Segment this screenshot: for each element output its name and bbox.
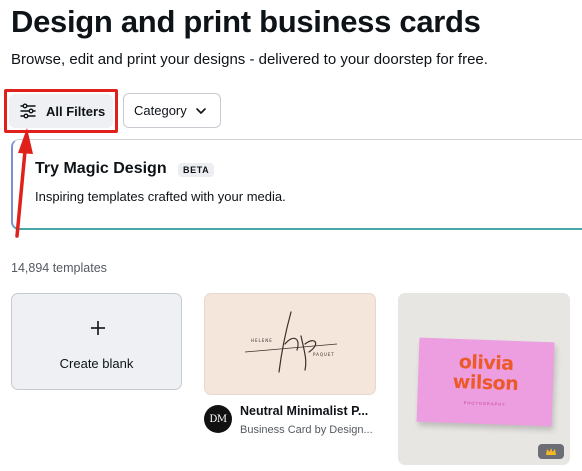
avatar[interactable]: DM <box>204 405 232 433</box>
create-blank-button[interactable]: Create blank <box>11 293 182 390</box>
template-thumbnail-neutral-minimalist[interactable]: HELENE PAQUET <box>204 293 376 395</box>
card-name-line2: wilson <box>452 370 519 396</box>
card-name: olivia wilson <box>418 351 554 396</box>
template-title[interactable]: Neutral Minimalist P... <box>240 404 368 418</box>
card-subtext: PHOTOGRAPHY <box>463 400 506 407</box>
create-blank-label: Create blank <box>59 356 134 371</box>
category-label: Category <box>134 103 187 118</box>
annotation-highlight-box <box>4 89 118 133</box>
magic-design-title: Try Magic Design <box>35 160 167 177</box>
template-thumbnail-olivia-wilson[interactable]: olivia wilson PHOTOGRAPHY <box>398 293 570 465</box>
premium-badge <box>538 444 564 459</box>
crown-icon <box>546 447 556 455</box>
plus-icon <box>91 321 105 335</box>
beta-badge: BETA <box>178 163 215 177</box>
thumb-text-left: HELENE <box>251 338 273 343</box>
thumb-text-right: PAQUET <box>313 352 335 357</box>
page-title: Design and print business cards <box>11 4 481 39</box>
chevron-down-icon <box>195 107 206 114</box>
template-count: 14,894 templates <box>11 261 107 275</box>
template-subtitle: Business Card by Design... <box>240 424 373 436</box>
page-subtitle: Browse, edit and print your designs - de… <box>11 51 488 68</box>
magic-design-description: Inspiring templates crafted with your me… <box>35 189 286 204</box>
magic-design-card[interactable]: Try Magic Design BETA Inspiring template… <box>11 139 582 230</box>
business-card-mockup: olivia wilson PHOTOGRAPHY <box>416 337 555 427</box>
category-dropdown[interactable]: Category <box>123 93 221 128</box>
signature-logo-image: HELENE PAQUET <box>244 311 338 373</box>
